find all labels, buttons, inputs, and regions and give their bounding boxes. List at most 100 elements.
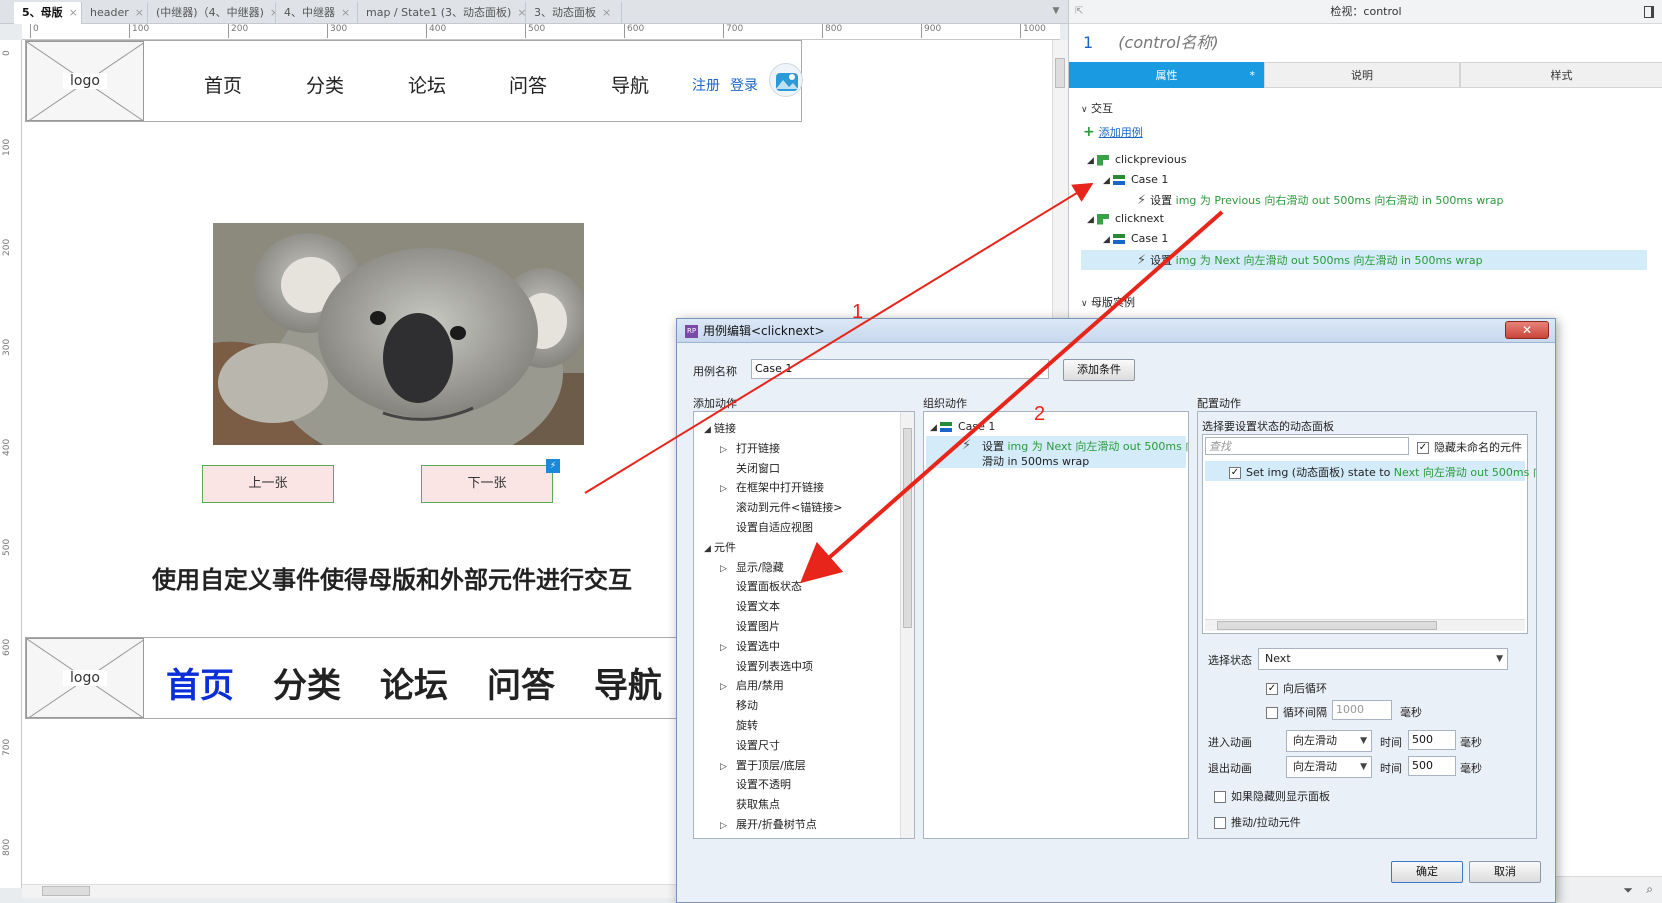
avatar[interactable] xyxy=(769,63,803,97)
case-item[interactable]: ◢ Case 1 xyxy=(1103,232,1168,245)
action-item[interactable]: 设置面板状态 xyxy=(720,578,802,594)
nav-forum[interactable]: 论坛 xyxy=(380,658,448,707)
tab-notes[interactable]: 说明 xyxy=(1264,62,1460,88)
checkbox[interactable] xyxy=(1266,707,1278,719)
koala-image[interactable] xyxy=(213,223,584,445)
pin-icon[interactable]: ⇱ xyxy=(1075,6,1083,17)
close-icon[interactable]: × xyxy=(517,6,525,19)
ok-button[interactable]: 确定 xyxy=(1391,861,1463,883)
action-item[interactable]: 获取焦点 xyxy=(720,796,780,812)
action-item[interactable]: 滚动到元件<锚链接> xyxy=(720,499,842,515)
checkbox[interactable]: ✓ xyxy=(1266,683,1278,695)
tab-repeater[interactable]: 4、中继器 × xyxy=(276,2,358,24)
action-item[interactable]: 设置不透明 xyxy=(720,776,791,792)
action-item[interactable]: ▷ 打开链接 xyxy=(720,440,780,456)
scroll-thumb[interactable] xyxy=(42,886,90,896)
nav-qa[interactable]: 问答 xyxy=(487,658,555,707)
prev-button[interactable]: 上一张 xyxy=(202,465,334,503)
nav-category[interactable]: 分类 xyxy=(273,658,341,707)
case-name-input[interactable]: Case 1 xyxy=(751,359,1049,379)
nav-category[interactable]: 分类 xyxy=(306,71,344,98)
checkbox[interactable]: ✓ xyxy=(1229,467,1241,479)
action-item[interactable]: ⚡ 设置 img 为 Previous 向右滑动 out 500ms 向右滑动 i… xyxy=(1137,192,1504,208)
tab-map-state[interactable]: map / State1 (3、动态面板) × xyxy=(358,2,526,24)
action-item-selected[interactable]: ⚡ 设置 img 为 Next 向左滑动 out 500ms 向左滑动 in 50… xyxy=(1081,250,1647,270)
action-group[interactable]: ◢ 链接 xyxy=(704,420,736,436)
horizontal-scrollbar[interactable] xyxy=(1205,619,1525,631)
chevron-down-icon[interactable]: ▼ xyxy=(1050,6,1062,18)
tab-master[interactable]: 5、母版 × xyxy=(14,2,82,24)
scroll-thumb[interactable] xyxy=(903,428,912,628)
nav-navigation[interactable]: 导航 xyxy=(594,658,662,707)
widget-name-row[interactable]: 1 (control名称) xyxy=(1069,26,1662,60)
action-item[interactable]: ▷ 在框架中打开链接 xyxy=(720,479,824,495)
tab-header[interactable]: header × xyxy=(82,2,148,24)
widget-name-input[interactable]: (control名称) xyxy=(1118,33,1218,52)
event-clicknext[interactable]: ◢ clicknext xyxy=(1087,212,1164,225)
close-icon[interactable]: × xyxy=(135,6,144,19)
logo-placeholder[interactable]: logo xyxy=(26,41,144,121)
master-header[interactable]: logo 首页 分类 论坛 问答 导航 注册 登录 xyxy=(25,40,803,122)
panel-row-selected[interactable]: ✓ Set img (动态面板) state to Next 向左滑动 out 5… xyxy=(1205,461,1536,481)
close-icon[interactable]: × xyxy=(341,6,350,19)
add-condition-button[interactable]: 添加条件 xyxy=(1063,359,1135,381)
action-item[interactable]: ▷ 启用/禁用 xyxy=(720,677,784,693)
loop-interval-checkbox[interactable]: 循环间隔 xyxy=(1266,704,1327,720)
next-button[interactable]: 下一张 xyxy=(421,465,553,503)
section-interaction[interactable]: ∨ 交互 xyxy=(1081,100,1113,116)
logo-placeholder[interactable]: logo xyxy=(26,638,144,718)
search-icon[interactable]: ⌕ xyxy=(1646,882,1653,897)
scroll-thumb[interactable] xyxy=(1217,621,1437,630)
hide-unnamed-checkbox[interactable]: ✓ 隐藏未命名的元件 xyxy=(1417,439,1522,455)
close-icon[interactable]: × xyxy=(602,6,611,19)
scroll-thumb[interactable] xyxy=(1055,58,1065,88)
event-clickprevious[interactable]: ◢ clickprevious xyxy=(1087,153,1187,166)
enter-animation-dropdown[interactable]: 向左滑动 ▼ xyxy=(1286,730,1372,752)
action-item[interactable]: 移动 xyxy=(720,697,758,713)
tab-style[interactable]: 样式 xyxy=(1460,62,1662,88)
search-input[interactable]: 查找 xyxy=(1205,437,1409,455)
checkbox[interactable]: ✓ xyxy=(1417,442,1429,454)
action-item[interactable]: 关闭窗口 xyxy=(720,460,780,476)
cancel-button[interactable]: 取消 xyxy=(1469,861,1541,883)
vertical-scrollbar[interactable] xyxy=(900,412,914,838)
nav-qa[interactable]: 问答 xyxy=(509,71,547,98)
organize-actions-tree[interactable]: ◢ Case 1 ⚡ 设置 img 为 Next 向左滑动 out 500ms 向… xyxy=(923,411,1189,839)
nav-forum[interactable]: 论坛 xyxy=(408,71,446,98)
loop-interval-input[interactable]: 1000 xyxy=(1332,700,1392,720)
exit-time-input[interactable]: 500 xyxy=(1408,756,1456,776)
checkbox[interactable] xyxy=(1214,817,1226,829)
enter-time-input[interactable]: 500 xyxy=(1408,730,1456,750)
action-item[interactable]: 设置尺寸 xyxy=(720,737,780,753)
select-state-dropdown[interactable]: Next ▼ xyxy=(1258,648,1508,670)
tab-dynamic-panel[interactable]: 3、动态面板 × xyxy=(526,2,622,24)
close-button[interactable]: ✕ xyxy=(1505,321,1549,339)
register-link[interactable]: 注册 xyxy=(692,75,720,95)
checkbox[interactable] xyxy=(1214,791,1226,803)
close-icon[interactable]: × xyxy=(69,6,78,19)
filter-icon[interactable]: ⏷ xyxy=(1623,883,1633,898)
show-if-hidden-checkbox[interactable]: 如果隐藏则显示面板 xyxy=(1214,788,1330,804)
action-item[interactable]: 设置列表选中项 xyxy=(720,658,813,674)
action-item[interactable]: 设置图片 xyxy=(720,618,780,634)
interaction-marker-icon[interactable]: ⚡ xyxy=(546,459,560,473)
action-group[interactable]: ◢ 元件 xyxy=(704,539,736,555)
section-master-instances[interactable]: ∨ 母版实例 xyxy=(1081,294,1135,310)
nav-home[interactable]: 首页 xyxy=(166,658,234,707)
action-item[interactable]: 旋转 xyxy=(720,717,758,733)
action-item[interactable]: 设置自适应视图 xyxy=(720,519,813,535)
add-actions-tree[interactable]: ◢ 链接 ▷ 打开链接关闭窗口 ▷ 在框架中打开链接滚动到元件<锚链接> 设置自适应视图 ◢ 元… xyxy=(693,411,915,839)
org-case-item[interactable]: ◢ Case 1 xyxy=(930,420,995,433)
tab-repeater-item[interactable]: (中继器)（4、中继器)× xyxy=(148,2,276,24)
action-item[interactable]: 设置文本 xyxy=(720,598,780,614)
action-item[interactable]: ▷ 设置选中 xyxy=(720,638,780,654)
tab-properties[interactable]: 属性 * xyxy=(1069,62,1264,88)
login-link[interactable]: 登录 xyxy=(730,75,758,95)
action-item[interactable]: ▷ 显示/隐藏 xyxy=(720,559,784,575)
exit-animation-dropdown[interactable]: 向左滑动 ▼ xyxy=(1286,756,1372,778)
nav-home[interactable]: 首页 xyxy=(204,71,242,98)
action-item[interactable]: ▷ 展开/折叠树节点 xyxy=(720,816,817,832)
panel-picker[interactable]: 查找 ✓ 隐藏未命名的元件 ✓ Set img (动态面板) state to Ne… xyxy=(1202,434,1536,634)
case-item[interactable]: ◢ Case 1 xyxy=(1103,173,1168,186)
wrap-checkbox[interactable]: ✓ 向后循环 xyxy=(1266,680,1327,696)
